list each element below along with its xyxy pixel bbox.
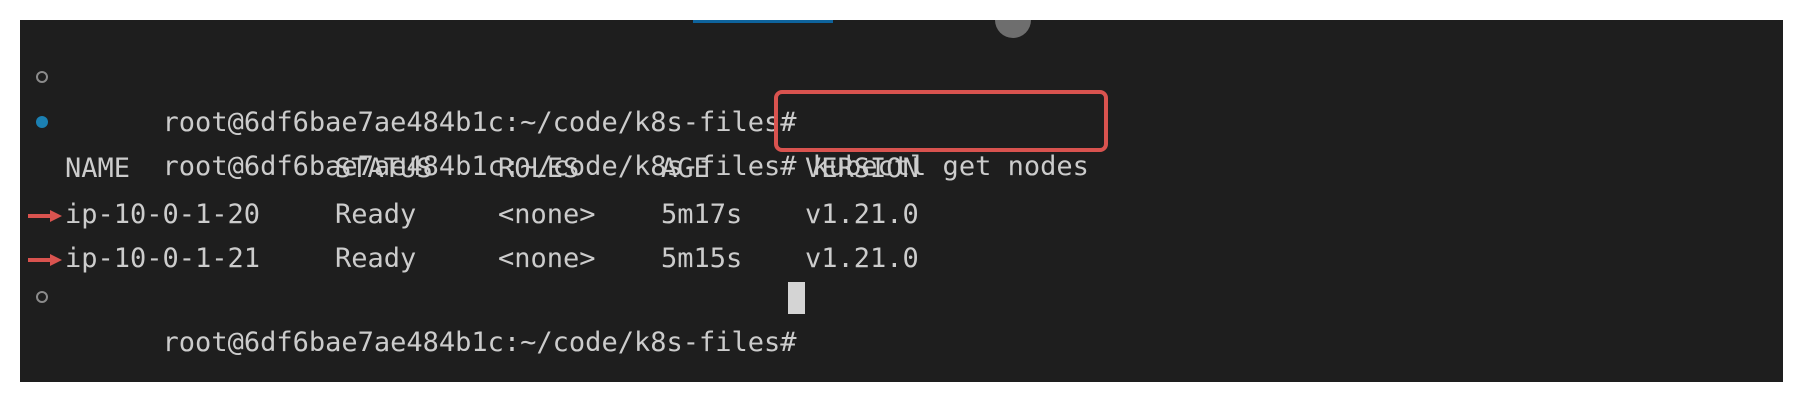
command-decoration-success-icon[interactable]: [36, 116, 48, 128]
terminal-panel[interactable]: root@6df6bae7ae484b1c:~/code/k8s-files# …: [20, 20, 1783, 382]
terminal-line-1: root@6df6bae7ae484b1c:~/code/k8s-files#: [65, 57, 797, 138]
cell-name: ip-10-0-1-20: [65, 199, 261, 230]
header-name: NAME: [65, 153, 131, 184]
terminal-line-prompt: root@6df6bae7ae484b1c:~/code/k8s-files#: [65, 277, 797, 358]
header-age: AGE: [661, 153, 710, 184]
command-decoration-idle-icon[interactable]: [36, 291, 48, 303]
cell-name: ip-10-0-1-21: [65, 243, 261, 274]
cell-status: Ready: [335, 199, 417, 230]
cell-version: v1.21.0: [805, 243, 919, 274]
command-decoration-idle-icon[interactable]: [36, 71, 48, 83]
cell-age: 5m15s: [661, 243, 743, 274]
right-arrow-icon: [28, 254, 62, 266]
right-arrow-icon: [28, 210, 62, 222]
cell-status: Ready: [335, 243, 417, 274]
header-version: VERSION: [805, 153, 919, 184]
command-highlight-box: [774, 90, 1108, 152]
cell-version: v1.21.0: [805, 199, 919, 230]
prompt: root@6df6bae7ae484b1c:~/code/k8s-files#: [162, 327, 797, 358]
header-status: STATUS: [335, 153, 433, 184]
terminal-output[interactable]: root@6df6bae7ae484b1c:~/code/k8s-files# …: [20, 20, 1783, 382]
cell-roles: <none>: [498, 199, 596, 230]
cell-roles: <none>: [498, 243, 596, 274]
cell-age: 5m17s: [661, 199, 743, 230]
header-roles: ROLES: [498, 153, 580, 184]
terminal-cursor[interactable]: [788, 282, 805, 314]
